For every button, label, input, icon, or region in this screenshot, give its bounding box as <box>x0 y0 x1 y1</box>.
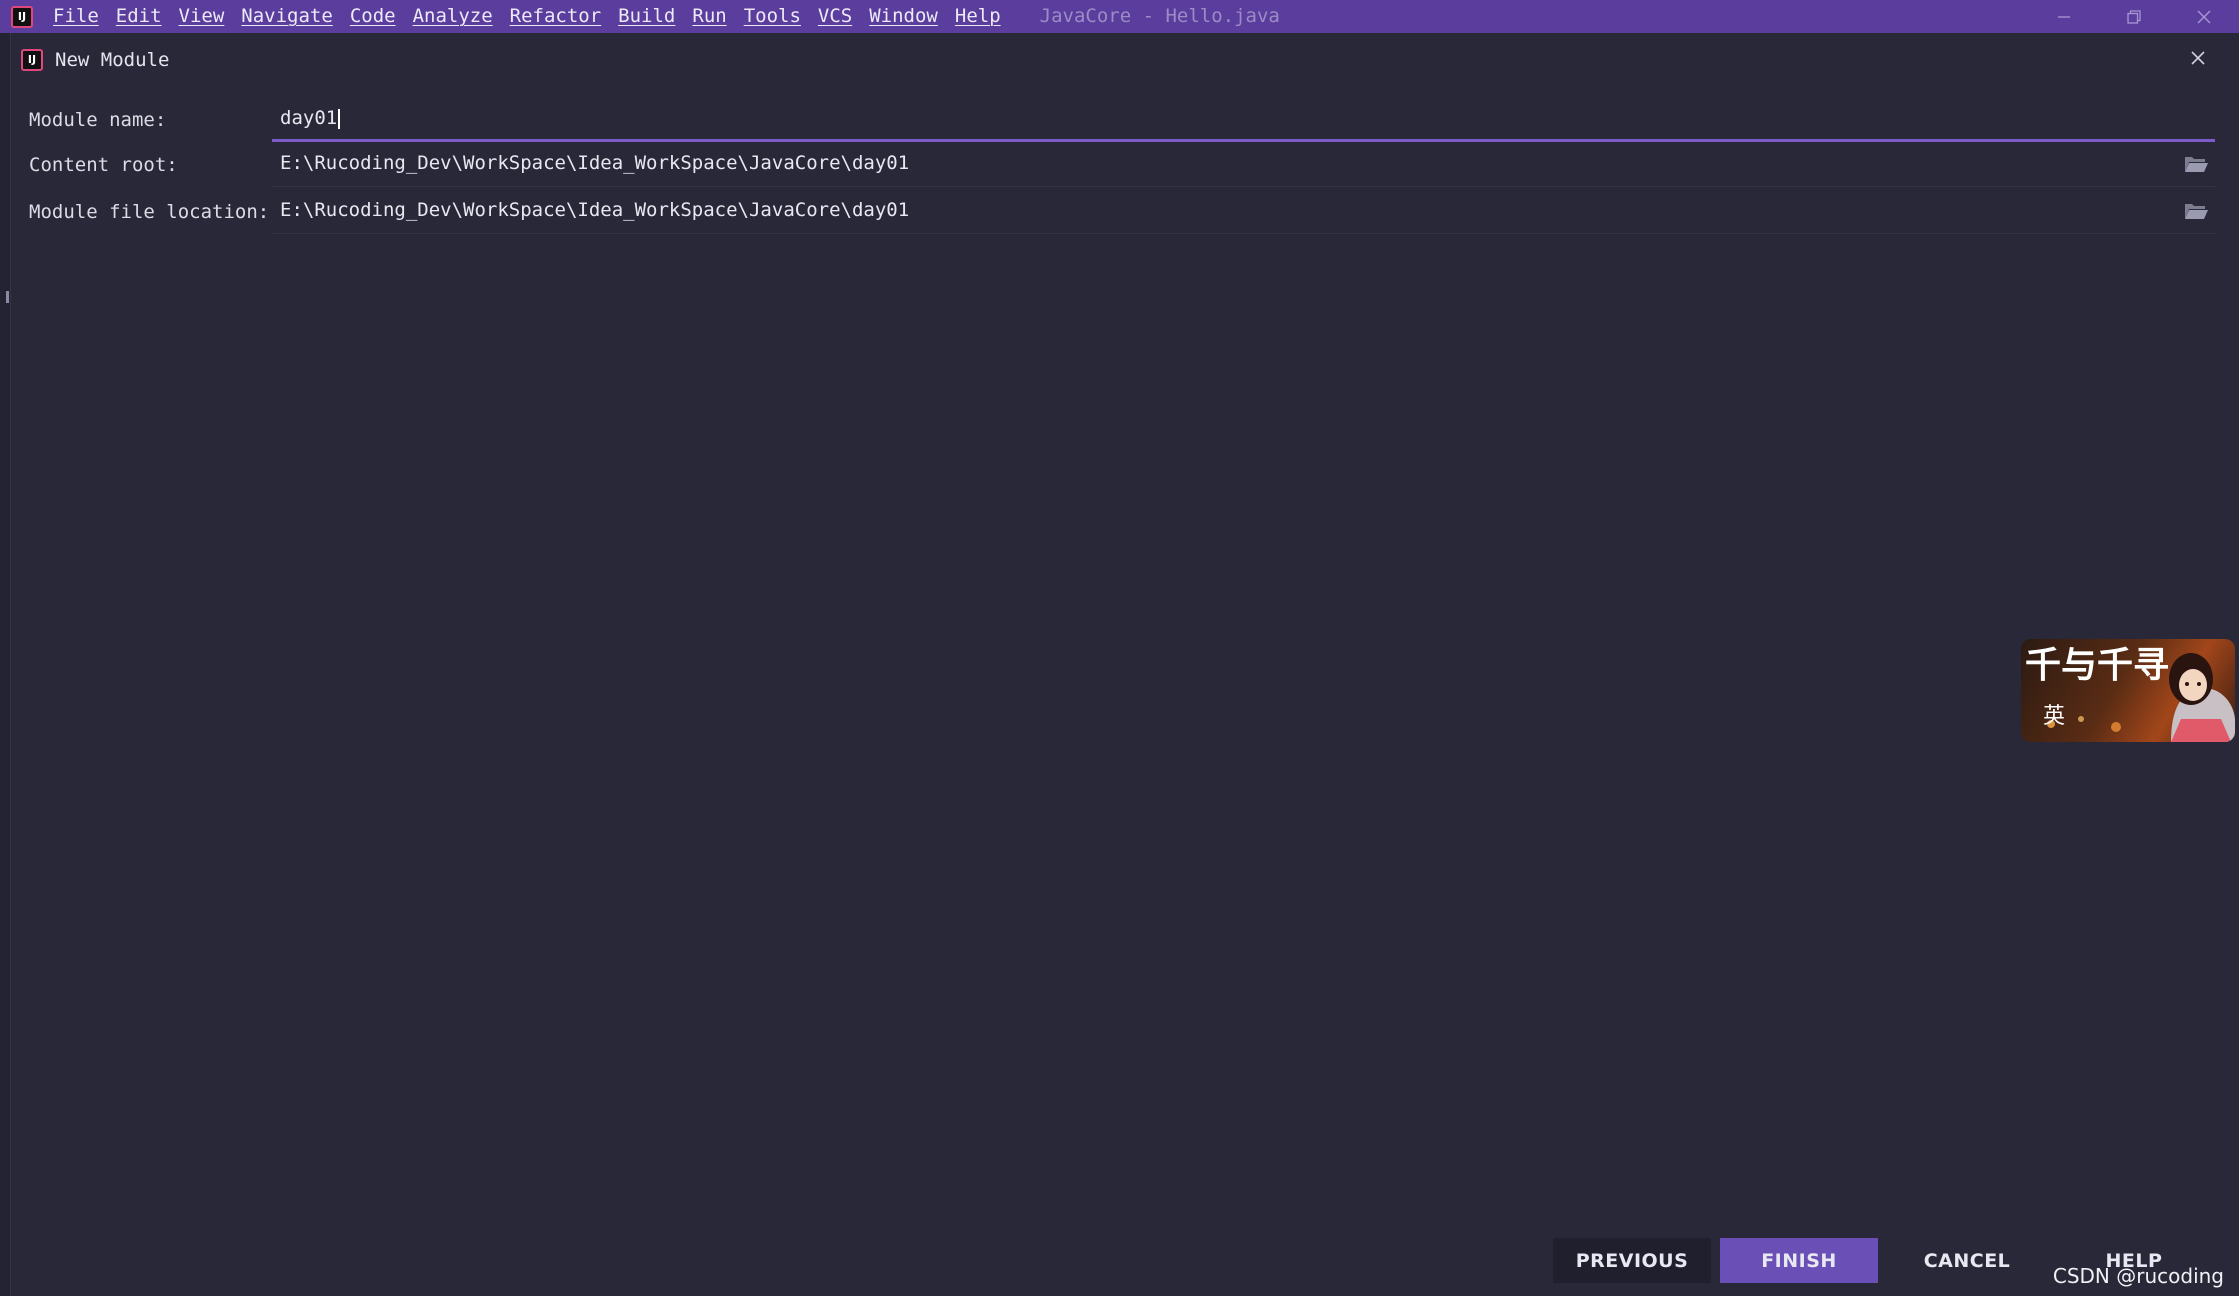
restore-icon <box>2127 9 2141 24</box>
module-file-location-value: E:\Rucoding_Dev\WorkSpace\Idea_WorkSpace… <box>280 199 910 221</box>
svg-text:英: 英 <box>2043 704 2065 729</box>
new-module-dialog: IJ New Module Module name: day01 Content… <box>10 33 2239 1296</box>
menu-tools[interactable]: Tools <box>744 0 801 33</box>
menu-analyze[interactable]: Analyze <box>413 0 493 33</box>
title-bar: IJ File Edit View Navigate Code Analyze … <box>0 0 2239 33</box>
module-name-value: day01 <box>280 98 341 138</box>
module-file-location-input[interactable]: E:\Rucoding_Dev\WorkSpace\Idea_WorkSpace… <box>272 190 2215 234</box>
content-root-label: Content root: <box>29 154 178 176</box>
menu-help[interactable]: Help <box>955 0 1001 33</box>
module-name-label: Module name: <box>29 109 167 131</box>
menu-view[interactable]: View <box>179 0 225 33</box>
dialog-header: IJ New Module <box>21 42 169 78</box>
menu-build[interactable]: Build <box>618 0 675 33</box>
menu-vcs[interactable]: VCS <box>818 0 852 33</box>
content-root-browse-button[interactable] <box>2183 153 2209 175</box>
module-name-row: Module name: day01 <box>29 98 2215 142</box>
cancel-button[interactable]: CANCEL <box>1888 1238 2046 1283</box>
content-root-input[interactable]: E:\Rucoding_Dev\WorkSpace\Idea_WorkSpace… <box>272 143 2215 187</box>
finish-button[interactable]: FINISH <box>1720 1238 1878 1283</box>
close-window-button[interactable] <box>2169 0 2239 33</box>
main-menu: File Edit View Navigate Code Analyze Ref… <box>53 0 1018 33</box>
menu-file[interactable]: File <box>53 0 99 33</box>
menu-code[interactable]: Code <box>350 0 396 33</box>
gutter-marker <box>6 291 9 303</box>
svg-text:千与千寻: 千与千寻 <box>2025 645 2169 686</box>
folder-icon <box>2185 204 2208 219</box>
window-controls <box>2029 0 2239 33</box>
menu-edit[interactable]: Edit <box>116 0 162 33</box>
editor-gutter <box>0 33 10 1296</box>
text-caret <box>338 108 341 129</box>
spirited-away-sticker-image: 千与千寻 英 <box>2021 639 2235 742</box>
folder-icon <box>2185 157 2208 172</box>
module-file-location-label: Module file location: <box>29 201 270 223</box>
window-title: JavaCore - Hello.java <box>1039 5 1280 27</box>
menu-refactor[interactable]: Refactor <box>510 0 602 33</box>
previous-button[interactable]: PREVIOUS <box>1553 1238 1711 1283</box>
module-file-browse-button[interactable] <box>2183 200 2209 222</box>
intellij-logo-icon[interactable]: IJ <box>11 5 33 28</box>
minimize-icon <box>2058 15 2070 18</box>
module-file-location-row: Module file location: E:\Rucoding_Dev\Wo… <box>29 190 2215 234</box>
watermark: CSDN @rucoding <box>2052 1264 2224 1288</box>
dialog-title: New Module <box>55 49 170 71</box>
dialog-close-button[interactable] <box>2183 43 2213 73</box>
restore-button[interactable] <box>2099 0 2169 33</box>
content-root-row: Content root: E:\Rucoding_Dev\WorkSpace\… <box>29 143 2215 187</box>
close-icon <box>2197 10 2211 23</box>
close-icon <box>2191 51 2205 65</box>
menu-navigate[interactable]: Navigate <box>241 0 333 33</box>
menu-run[interactable]: Run <box>692 0 726 33</box>
sticker-artwork: 千与千寻 英 <box>2025 645 2235 742</box>
content-root-value: E:\Rucoding_Dev\WorkSpace\Idea_WorkSpace… <box>280 152 910 174</box>
module-name-input[interactable]: day01 <box>272 98 2215 142</box>
menu-window[interactable]: Window <box>869 0 938 33</box>
minimize-button[interactable] <box>2029 0 2099 33</box>
intellij-icon: IJ <box>21 49 43 71</box>
